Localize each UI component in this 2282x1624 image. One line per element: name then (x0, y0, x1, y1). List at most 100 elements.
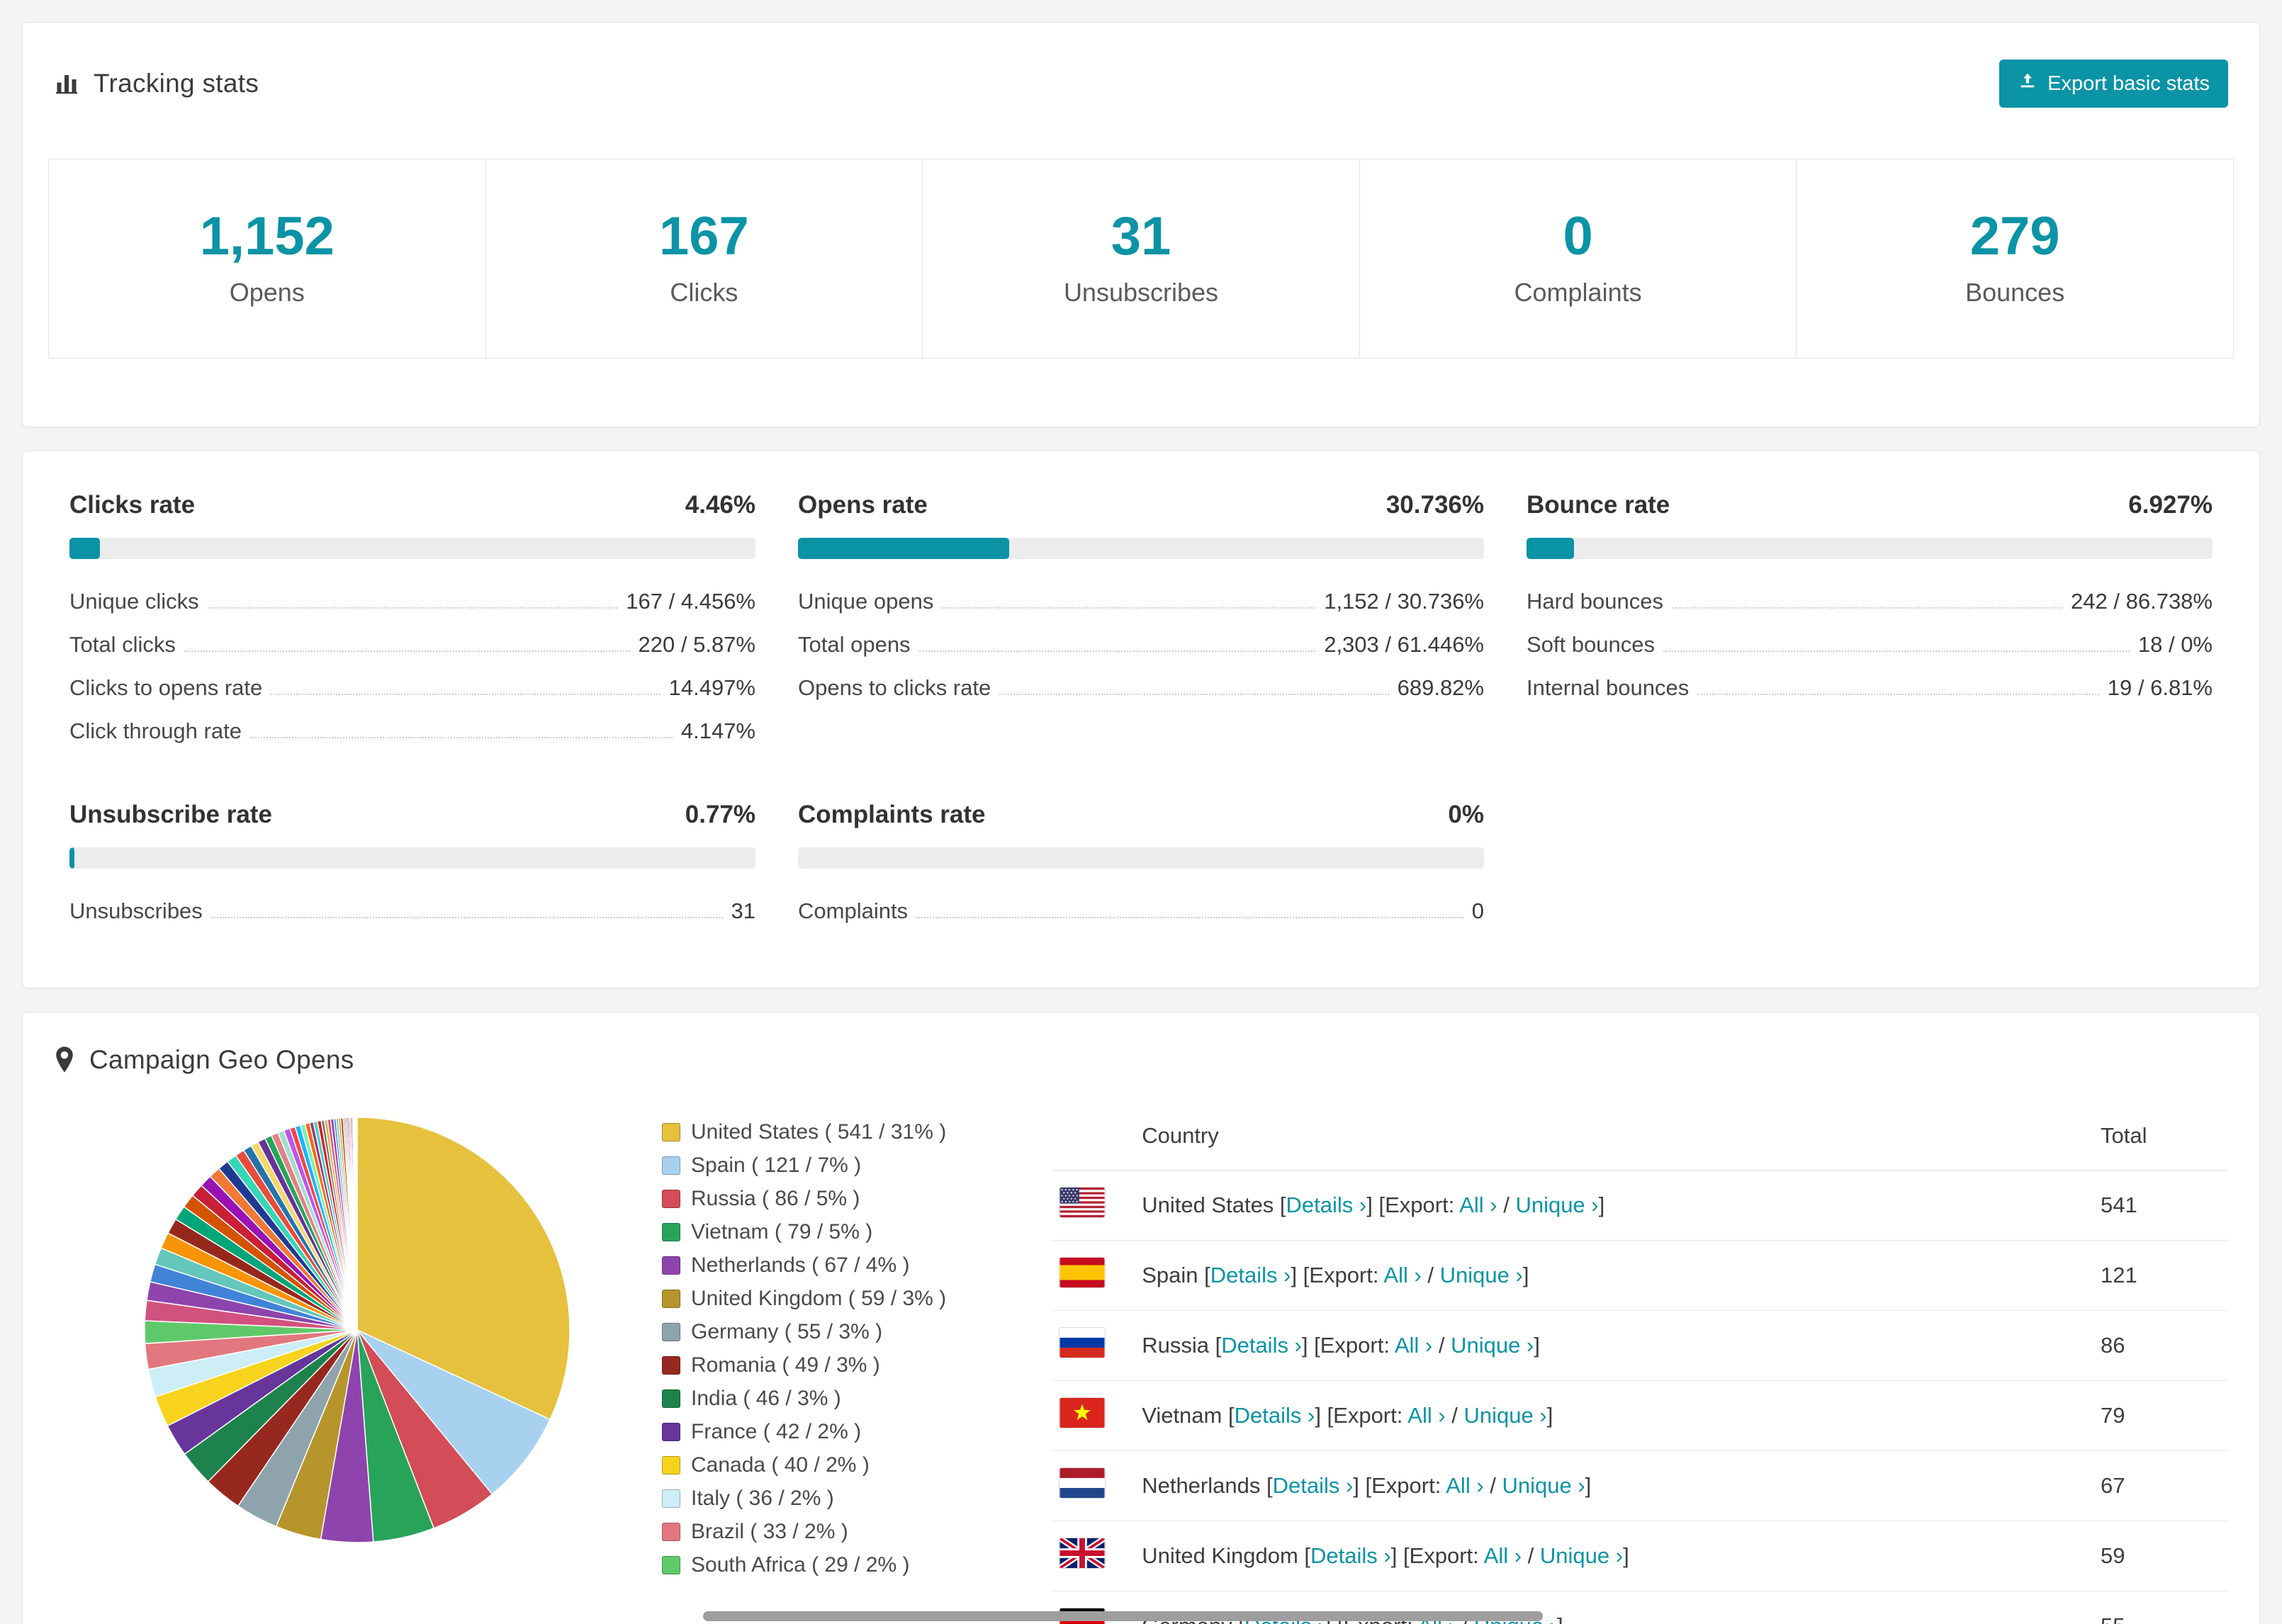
slash-literal: / (1483, 1473, 1502, 1498)
rate-row-unsubscribes: Unsubscribes 31 (69, 898, 755, 924)
progress-fill (69, 538, 101, 559)
export-unique-link[interactable]: Unique › (1440, 1263, 1523, 1287)
geo-pie-chart (144, 1117, 570, 1543)
legend-label: Russia ( 86 / 5% ) (691, 1187, 860, 1210)
export-icon (2018, 71, 2038, 96)
rate-row-label: Total clicks (69, 632, 176, 657)
country-total: 86 (2093, 1310, 2228, 1381)
stat-label: Bounces (1965, 278, 2065, 307)
legend-label: Vietnam ( 79 / 5% ) (691, 1220, 873, 1244)
progress-fill (798, 538, 1009, 559)
progress-bar-clicks-rate (69, 538, 755, 559)
progress-bar-opens-rate (798, 538, 1484, 559)
campaign-geo-opens-title: Campaign Geo Opens (89, 1045, 354, 1074)
details-link[interactable]: Details › (1210, 1263, 1291, 1287)
rate-value: 4.46% (685, 491, 755, 519)
export-unique-link[interactable]: Unique › (1451, 1333, 1534, 1358)
dotted-leader (207, 607, 618, 609)
rate-title: Opens rate (798, 491, 928, 519)
slash-literal: / (1421, 1263, 1440, 1287)
stat-value: 1,152 (199, 206, 335, 266)
rate-row-value: 689.82% (1397, 675, 1484, 700)
rate-row-value: 0 (1471, 898, 1484, 923)
legend-label: United States ( 541 / 31% ) (691, 1120, 947, 1144)
details-link[interactable]: Details › (1310, 1543, 1391, 1568)
export-all-link[interactable]: All › (1383, 1263, 1421, 1287)
export-unique-link[interactable]: Unique › (1502, 1473, 1585, 1498)
legend-label: Brazil ( 33 / 2% ) (691, 1520, 848, 1543)
stat-label: Clicks (670, 278, 738, 307)
rate-row-value: 167 / 4.456% (626, 589, 755, 614)
export-all-link[interactable]: All › (1395, 1333, 1432, 1358)
export-all-link[interactable]: All › (1459, 1192, 1497, 1217)
details-link[interactable]: Details › (1273, 1473, 1354, 1498)
legend-swatch (662, 1356, 680, 1375)
flag-spain-icon (1060, 1258, 1105, 1287)
export-all-link[interactable]: All › (1407, 1403, 1445, 1428)
rate-row-label: Clicks to opens rate (69, 675, 263, 700)
dotted-leader (916, 917, 1463, 918)
legend-item-united-kingdom: United Kingdom ( 59 / 3% ) (662, 1287, 946, 1311)
legend-swatch (662, 1290, 680, 1308)
rate-row-value: 19 / 6.81% (2107, 675, 2213, 700)
export-basic-stats-button[interactable]: Export basic stats (1999, 60, 2228, 108)
legend-label: Germany ( 55 / 3% ) (691, 1320, 883, 1343)
geo-table-body: United States [Details ›] [Export: All ›… (1052, 1170, 2228, 1624)
rate-row-label: Soft bounces (1527, 632, 1655, 657)
country-total: 55 (2093, 1591, 2228, 1624)
bar-chart-icon (54, 71, 79, 96)
export-literal: ] [Export: (1366, 1192, 1460, 1217)
flag-united-states-icon (1060, 1188, 1105, 1217)
table-row-netherlands: Netherlands [Details ›] [Export: All › /… (1052, 1450, 2228, 1521)
details-link[interactable]: Details › (1235, 1403, 1315, 1428)
bracket: ] (1598, 1192, 1605, 1217)
export-unique-link[interactable]: Unique › (1464, 1403, 1547, 1428)
rate-row-total-clicks: Total clicks 220 / 5.87% (69, 632, 755, 658)
legend-swatch (662, 1123, 680, 1141)
stat-box-opens: 1,152 Opens (48, 159, 486, 359)
country-total: 121 (2093, 1240, 2228, 1311)
rate-row-value: 2,303 / 61.446% (1324, 632, 1484, 657)
stat-value: 0 (1563, 206, 1593, 266)
legend-label: Romania ( 49 / 3% ) (691, 1353, 880, 1377)
tracking-stats-title: Tracking stats (94, 69, 259, 98)
horizontal-scrollbar-thumb[interactable] (703, 1611, 1543, 1621)
dotted-leader (942, 607, 1316, 609)
flag-vietnam-icon (1060, 1398, 1105, 1428)
table-row-united-kingdom: United Kingdom [Details ›] [Export: All … (1052, 1521, 2228, 1591)
bracket: ] (1585, 1473, 1592, 1498)
legend-item-united-states: United States ( 541 / 31% ) (662, 1120, 946, 1144)
legend-label: Canada ( 40 / 2% ) (691, 1453, 870, 1477)
rate-row-internal-bounces: Internal bounces 19 / 6.81% (1527, 675, 2213, 701)
row-links: [Details ›] [Export: All › / Unique ›] (1274, 1192, 1604, 1217)
progress-bar-complaints-rate (798, 847, 1484, 869)
export-unique-link[interactable]: Unique › (1515, 1192, 1598, 1217)
export-literal: ] [Export: (1301, 1333, 1395, 1358)
legend-item-canada: Canada ( 40 / 2% ) (662, 1453, 946, 1477)
rate-panel-unsubscribe-rate: Unsubscribe rate 0.77% Unsubscribes 31 (69, 801, 755, 924)
bracket: ] (1522, 1263, 1529, 1287)
rate-row-opens-to-clicks-rate: Opens to clicks rate 689.82% (798, 675, 1484, 701)
dotted-leader (999, 694, 1389, 695)
legend-label: United Kingdom ( 59 / 3% ) (691, 1287, 947, 1310)
rate-panel-bounce-rate: Bounce rate 6.927% Hard bounces 242 / 86.73… (1527, 491, 2213, 744)
rate-row-value: 220 / 5.87% (638, 632, 755, 657)
export-all-link[interactable]: All › (1446, 1473, 1483, 1498)
details-link[interactable]: Details › (1221, 1333, 1302, 1358)
country-total: 59 (2093, 1521, 2228, 1591)
rate-value: 30.736% (1386, 491, 1484, 519)
country-total: 541 (2093, 1170, 2228, 1241)
stat-box-complaints: 0 Complaints (1359, 159, 1797, 359)
export-all-link[interactable]: All › (1484, 1543, 1522, 1568)
country-name: Russia (1142, 1333, 1209, 1358)
export-literal: ] [Export: (1353, 1473, 1446, 1498)
rate-row-label: Unsubscribes (69, 898, 203, 923)
location-pin-icon (54, 1047, 75, 1073)
export-unique-link[interactable]: Unique › (1540, 1543, 1623, 1568)
legend-swatch (662, 1190, 680, 1208)
details-link[interactable]: Details › (1286, 1192, 1367, 1217)
country-name: Vietnam (1142, 1403, 1222, 1428)
geo-table: Country Total United States [Details ›] … (1052, 1110, 2228, 1624)
stat-label: Unsubscribes (1063, 278, 1219, 307)
bracket: [ (1198, 1263, 1210, 1287)
